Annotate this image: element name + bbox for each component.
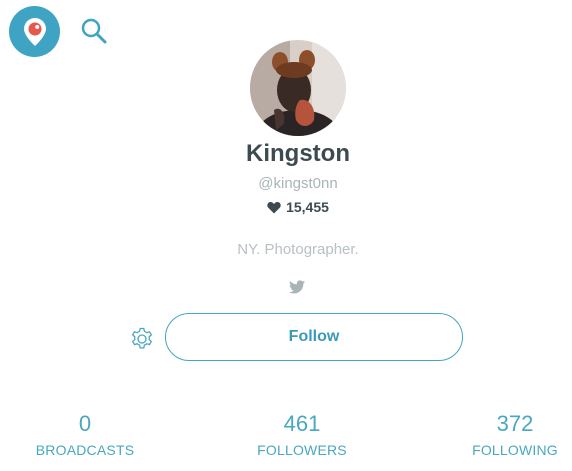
twitter-icon[interactable] (289, 280, 305, 294)
hearts-count: 15,455 (286, 199, 329, 215)
stat-followers[interactable]: 461 FOLLOWERS (232, 411, 372, 458)
periscope-logo-icon[interactable] (9, 6, 60, 57)
follow-button[interactable]: Follow (165, 313, 463, 361)
location-pin-icon (23, 17, 46, 46)
stat-following-label: FOLLOWING (472, 442, 558, 458)
hearts-count-row: 15,455 (0, 199, 572, 215)
search-icon[interactable] (80, 17, 108, 45)
heart-icon (267, 201, 281, 213)
stat-broadcasts-label: BROADCASTS (35, 442, 135, 458)
stat-following-value: 372 (496, 411, 534, 436)
stat-followers-label: FOLLOWERS (257, 442, 347, 458)
profile-bio: NY. Photographer. (237, 241, 359, 258)
stat-broadcasts-value: 0 (78, 411, 92, 436)
stat-followers-value: 461 (283, 411, 321, 436)
stat-following[interactable]: 372 FOLLOWING (445, 411, 572, 458)
stat-broadcasts[interactable]: 0 BROADCASTS (15, 411, 155, 458)
profile-handle: @kingst0nn (258, 175, 338, 192)
profile-name: Kingston (246, 140, 350, 167)
avatar (250, 40, 346, 136)
gear-icon[interactable] (129, 326, 155, 352)
